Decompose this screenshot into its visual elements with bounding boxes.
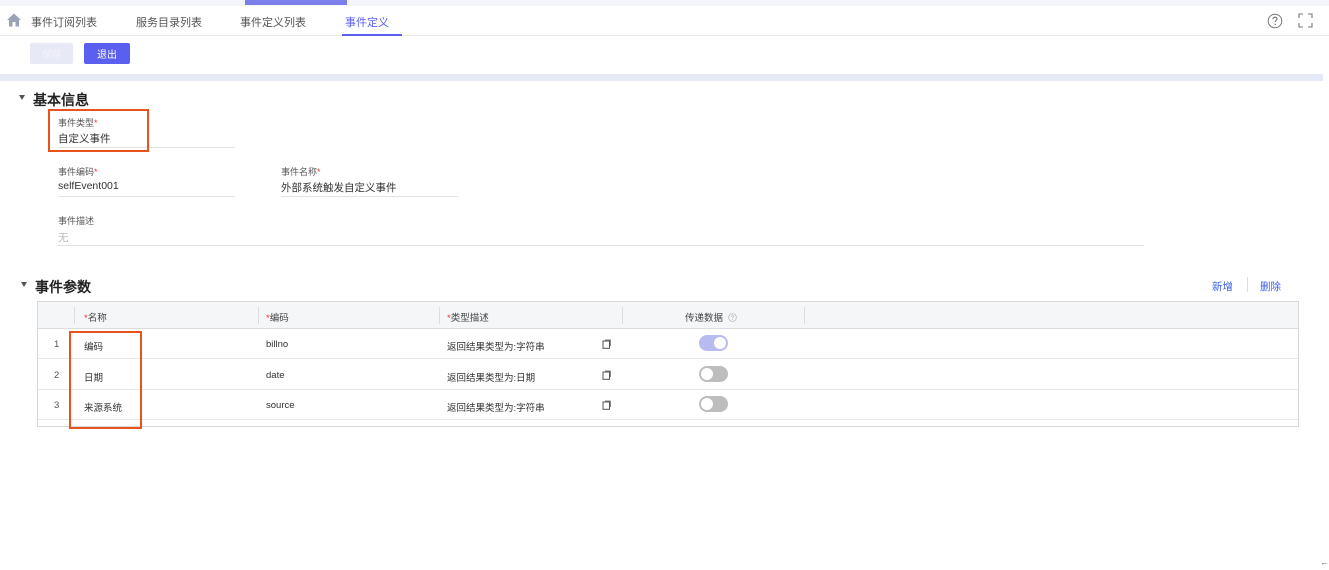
top-accent-bar [245, 0, 347, 5]
tab-service-catalog-list[interactable]: 服务目录列表 [136, 14, 202, 30]
event-code-label: 事件编码* [58, 167, 98, 177]
row-code[interactable]: date [266, 370, 285, 381]
column-header-type-desc[interactable]: *类型描述 [447, 310, 489, 324]
arrow-left-icon: ← [1320, 557, 1329, 567]
column-separator [74, 307, 75, 324]
row-index: 2 [54, 370, 60, 381]
column-separator [258, 307, 259, 324]
copy-icon[interactable] [602, 400, 611, 410]
row-code[interactable]: source [266, 400, 295, 411]
help-icon[interactable] [1267, 13, 1283, 29]
copy-icon[interactable] [602, 370, 611, 380]
event-type-highlight-box [48, 109, 149, 152]
event-name-underline [281, 196, 458, 197]
column-header-code[interactable]: *编码 [266, 310, 289, 324]
event-desc-value[interactable]: 无 [58, 230, 69, 245]
collapse-caret-icon[interactable] [21, 282, 27, 287]
column-header-transfer[interactable]: 传递数据 [685, 310, 737, 324]
fullscreen-icon[interactable] [1298, 13, 1313, 28]
link-separator [1247, 277, 1248, 292]
row-type-desc[interactable]: 返回结果类型为:日期 [447, 370, 535, 384]
params-table: *名称 *编码 *类型描述 传递数据 1 编码 billno 返回结果类型为:字… [37, 301, 1299, 427]
column-header-name[interactable]: *名称 [84, 310, 107, 324]
delete-button[interactable]: 删除 [1260, 279, 1281, 294]
toggle-knob [701, 398, 713, 410]
tab-bar: 事件订阅列表 服务目录列表 事件定义列表 事件定义 [0, 6, 1329, 36]
copy-icon[interactable] [602, 339, 611, 349]
event-desc-underline [58, 245, 1144, 246]
transfer-toggle[interactable] [699, 335, 728, 351]
toggle-knob [714, 337, 726, 349]
add-button[interactable]: 新增 [1212, 279, 1233, 294]
toggle-knob [701, 368, 713, 380]
table-header: *名称 *编码 *类型描述 传递数据 [38, 302, 1298, 329]
event-params-title: 事件参数 [35, 279, 91, 295]
event-code-underline [58, 196, 235, 197]
collapse-caret-icon[interactable] [19, 95, 25, 100]
home-icon[interactable] [6, 12, 22, 28]
transfer-toggle[interactable] [699, 396, 728, 412]
event-code-value[interactable]: selfEvent001 [58, 180, 119, 192]
tab-event-subscription-list[interactable]: 事件订阅列表 [31, 14, 97, 30]
table-row[interactable]: 2 日期 date 返回结果类型为:日期 [38, 360, 1298, 390]
tab-event-definition[interactable]: 事件定义 [345, 14, 389, 30]
row-index: 1 [54, 339, 60, 350]
question-circle-icon[interactable] [727, 313, 737, 322]
row-type-desc[interactable]: 返回结果类型为:字符串 [447, 400, 545, 414]
exit-button[interactable]: 退出 [84, 43, 130, 64]
name-column-highlight-box [69, 331, 142, 429]
table-row[interactable]: 3 来源系统 source 返回结果类型为:字符串 [38, 390, 1298, 420]
row-type-desc[interactable]: 返回结果类型为:字符串 [447, 339, 545, 353]
save-button[interactable]: 保存 [30, 43, 73, 64]
event-name-value[interactable]: 外部系统触发自定义事件 [281, 180, 397, 195]
row-code[interactable]: billno [266, 339, 288, 350]
column-separator [622, 307, 623, 324]
basic-info-title: 基本信息 [33, 92, 89, 108]
event-desc-label: 事件描述 [58, 216, 95, 226]
active-tab-indicator [342, 34, 402, 36]
transfer-toggle[interactable] [699, 366, 728, 382]
section-divider-band [0, 74, 1323, 81]
tab-event-definition-list[interactable]: 事件定义列表 [240, 14, 306, 30]
row-index: 3 [54, 400, 60, 411]
event-name-label: 事件名称* [281, 167, 321, 177]
column-separator [804, 307, 805, 324]
column-separator [439, 307, 440, 324]
table-row[interactable]: 1 编码 billno 返回结果类型为:字符串 [38, 329, 1298, 359]
